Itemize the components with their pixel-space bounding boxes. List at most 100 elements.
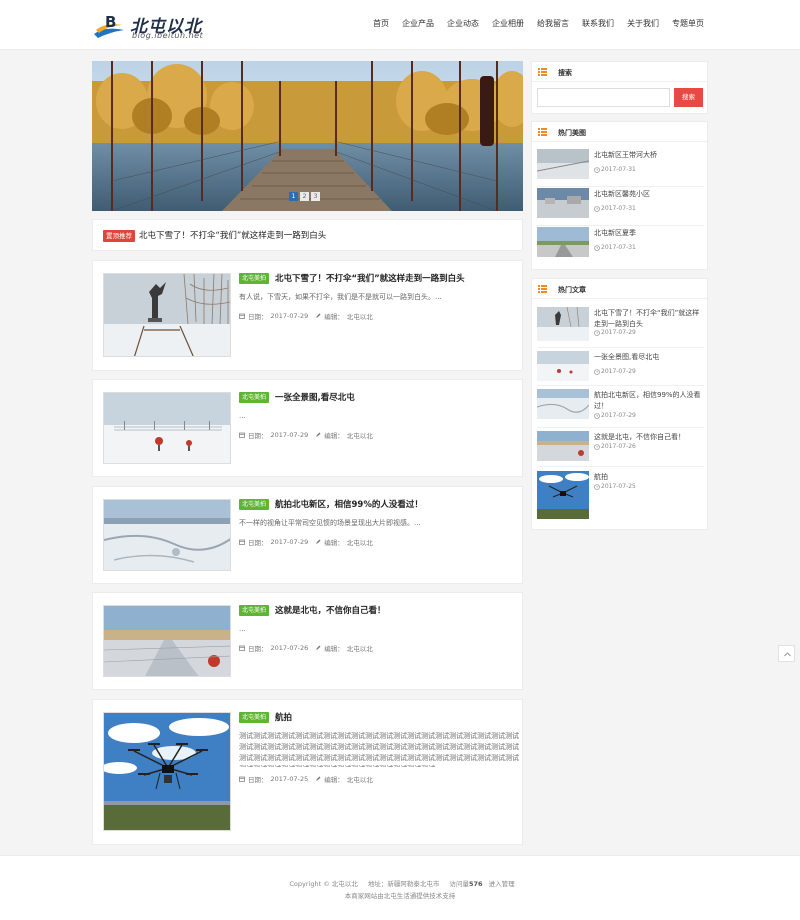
list-item[interactable]: 北屯新区王带河大桥 2017-07-31 <box>537 149 704 185</box>
divider <box>537 466 704 467</box>
list-item[interactable]: 北屯下雪了！不打伞“我们”就这样走到一路到白头 2017-07-29 <box>537 307 704 343</box>
widget-header: 热门美图 <box>532 122 707 142</box>
article-editor-label: 编辑： <box>324 432 344 440</box>
article-date-label: 日期： <box>248 539 268 547</box>
side-item-title[interactable]: 北屯新区馨苑小区 <box>594 189 706 200</box>
article-date: 2017-07-25 <box>270 775 309 783</box>
article-category-badge[interactable]: 北屯美拍 <box>239 605 270 616</box>
nav-topics[interactable]: 专题单页 <box>672 18 704 29</box>
footer-admin-link[interactable]: 进入管理 <box>489 880 515 888</box>
slider-dot-3[interactable]: 3 <box>311 192 320 201</box>
calendar-icon <box>239 645 245 651</box>
divider <box>537 347 704 348</box>
side-item-title[interactable]: 北屯新区王带河大桥 <box>594 150 706 161</box>
site-header: B 北屯以北 blog.ibeitun.net 首页 企业产品 企业动态 企业相… <box>0 0 800 50</box>
pencil-icon <box>316 539 321 544</box>
nav-about[interactable]: 关于我们 <box>627 18 659 29</box>
article-date-label: 日期： <box>248 432 268 440</box>
list-item[interactable]: 北屯新区馨苑小区 2017-07-31 <box>537 188 704 224</box>
widget-title: 热门美图 <box>558 129 586 137</box>
article-thumbnail[interactable] <box>103 499 231 571</box>
search-widget: 搜索 搜索 <box>531 61 708 114</box>
article-author: 北屯以北 <box>346 539 373 547</box>
clock-icon <box>594 329 600 336</box>
side-item-title[interactable]: 这就是北屯，不信你自己看！ <box>594 432 706 443</box>
hot-images-widget: 热门美图 北屯新区王带河大桥 2017-07-31 北屯新区馨苑小区 2017-… <box>531 121 708 270</box>
pencil-icon <box>316 313 321 318</box>
article-category-badge[interactable]: 北屯美拍 <box>239 499 270 510</box>
article-title-link[interactable]: 航拍 <box>275 711 292 723</box>
side-thumbnail <box>537 188 589 218</box>
side-item-date-row: 2017-07-29 <box>594 368 636 375</box>
side-item-date-row: 2017-07-29 <box>594 329 636 336</box>
nav-products[interactable]: 企业产品 <box>402 18 434 29</box>
nav-guestbook[interactable]: 给我留言 <box>537 18 569 29</box>
aerial-snow-photo <box>104 500 230 570</box>
list-item[interactable]: 一张全景图,看尽北屯 2017-07-29 <box>537 351 704 387</box>
side-item-date-row: 2017-07-29 <box>594 412 636 419</box>
side-item-title[interactable]: 北屯新区夏季 <box>594 228 706 239</box>
side-item-title[interactable]: 北屯下雪了！不打伞“我们”就这样走到一路到白头 <box>594 308 706 330</box>
pencil-icon <box>316 776 321 781</box>
nav-news[interactable]: 企业动态 <box>447 18 479 29</box>
widget-header: 热门文章 <box>532 279 707 299</box>
bridge-photo <box>92 61 523 211</box>
list-item[interactable]: 北屯新区夏季 2017-07-31 <box>537 227 704 263</box>
list-item[interactable]: 航拍北屯新区，相信99%的人没看过！ 2017-07-29 <box>537 389 704 425</box>
article-author: 北屯以北 <box>346 313 373 321</box>
hot-articles-widget: 热门文章 北屯下雪了！不打伞“我们”就这样走到一路到白头 2017-07-29 … <box>531 278 708 530</box>
article-category-badge[interactable]: 北屯美拍 <box>239 712 270 723</box>
article-thumbnail[interactable] <box>103 605 231 677</box>
site-footer: Copyright © 北屯以北 地址：新疆阿勒泰北屯市 访问量576 进入管理… <box>0 855 800 920</box>
article-excerpt: ... <box>239 412 246 420</box>
slider-dot-1[interactable]: 1 <box>289 192 298 201</box>
article-excerpt: 有人说，下雪天，如果不打伞，我们是不是就可以一路到白头。... <box>239 293 442 301</box>
article-category-badge[interactable]: 北屯美拍 <box>239 273 270 284</box>
article-author: 北屯以北 <box>346 432 373 440</box>
article-thumbnail[interactable] <box>103 392 231 464</box>
search-input[interactable] <box>537 88 670 107</box>
article-thumbnail[interactable] <box>103 712 231 831</box>
slider-dot-2[interactable]: 2 <box>300 192 309 201</box>
logo-mark-icon: B <box>94 13 124 38</box>
nav-album[interactable]: 企业相册 <box>492 18 524 29</box>
list-item[interactable]: 这就是北屯，不信你自己看！ 2017-07-26 <box>537 431 704 467</box>
featured-title-link[interactable]: 北屯下雪了！不打伞“我们”就这样走到一路到白头 <box>139 229 326 241</box>
site-logo[interactable]: B 北屯以北 blog.ibeitun.net <box>92 10 222 42</box>
calendar-icon <box>239 432 245 438</box>
pencil-icon <box>316 432 321 437</box>
divider <box>537 186 704 187</box>
chevron-up-icon <box>784 652 791 657</box>
side-item-date-row: 2017-07-26 <box>594 443 636 450</box>
article-title-link[interactable]: 这就是北屯，不信你自己看！ <box>275 604 386 616</box>
side-item-date: 2017-07-29 <box>601 368 636 375</box>
side-item-title[interactable]: 一张全景图,看尽北屯 <box>594 352 706 363</box>
footer-address: 地址：新疆阿勒泰北屯市 <box>367 880 440 888</box>
search-button[interactable]: 搜索 <box>674 88 703 107</box>
list-item[interactable]: 航拍 2017-07-25 <box>537 471 704 521</box>
pencil-icon <box>316 645 321 650</box>
banner-slider[interactable]: 1 2 3 <box>92 61 523 211</box>
article-meta: 日期： 2017-07-29 编辑： 北屯以北 <box>239 537 373 547</box>
clock-icon <box>594 443 600 450</box>
article-title-link[interactable]: 一张全景图,看尽北屯 <box>275 391 355 403</box>
drone-photo <box>104 713 230 830</box>
side-item-date: 2017-07-31 <box>601 205 636 212</box>
featured-notice: 置顶推荐 北屯下雪了！不打伞“我们”就这样走到一路到白头 <box>92 219 523 251</box>
article-title-link[interactable]: 航拍北屯新区，相信99%的人没看过！ <box>275 498 423 510</box>
clock-icon <box>594 483 600 490</box>
side-item-title[interactable]: 航拍 <box>594 472 706 483</box>
article-excerpt: ... <box>239 625 246 633</box>
side-item-title[interactable]: 航拍北屯新区，相信99%的人没看过！ <box>594 390 706 412</box>
nav-home[interactable]: 首页 <box>373 18 389 29</box>
back-to-top-button[interactable] <box>778 645 795 662</box>
article-meta: 日期： 2017-07-29 编辑： 北屯以北 <box>239 311 373 321</box>
main-nav: 首页 企业产品 企业动态 企业相册 给我留言 联系我们 关于我们 专题单页 <box>373 18 704 29</box>
nav-contact[interactable]: 联系我们 <box>582 18 614 29</box>
article-category-badge[interactable]: 北屯美拍 <box>239 392 270 403</box>
article-title-link[interactable]: 北屯下雪了！不打伞“我们”就这样走到一路到白头 <box>275 272 465 284</box>
side-thumbnail <box>537 307 589 341</box>
article-thumbnail[interactable] <box>103 273 231 357</box>
side-item-date: 2017-07-29 <box>601 329 636 336</box>
article-card: 北屯美拍 一张全景图,看尽北屯 ... 日期： 2017-07-29 编辑： 北… <box>92 379 523 477</box>
